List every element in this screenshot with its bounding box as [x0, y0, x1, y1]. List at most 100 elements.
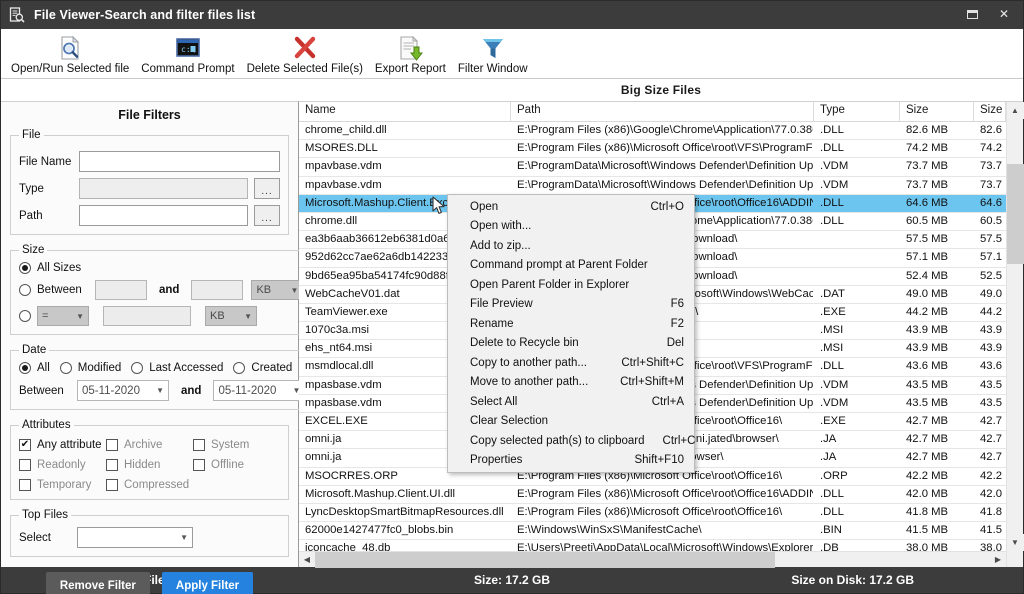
context-menu-item[interactable]: Add to zip... [448, 236, 694, 256]
size-unit-exact-select[interactable]: KB ▼ [205, 306, 257, 326]
close-button[interactable]: ✕ [989, 3, 1019, 25]
size-to-input[interactable] [191, 280, 244, 300]
context-menu-item[interactable]: Clear Selection [448, 412, 694, 432]
scroll-right-button[interactable]: ▶ [990, 552, 1006, 568]
attribute-temporary[interactable]: Temporary [19, 479, 106, 491]
path-input[interactable] [79, 205, 248, 226]
context-menu-item[interactable]: Command prompt at Parent Folder [448, 256, 694, 276]
column-header-name[interactable]: Name [299, 102, 511, 121]
date-created-option[interactable]: Created [233, 362, 292, 374]
vertical-scroll-thumb[interactable] [1007, 164, 1024, 264]
file-context-menu[interactable]: Open Ctrl+O Open with... Add to zip... Comma… [447, 194, 695, 473]
exact-size-input[interactable] [103, 306, 191, 326]
attribute-readonly-checkbox[interactable] [19, 459, 31, 471]
column-header-type[interactable]: Type [814, 102, 900, 121]
attribute-temporary-checkbox[interactable] [19, 479, 31, 491]
context-menu-item[interactable]: Delete to Recycle bin Del [448, 334, 694, 354]
cell-sized: 52.5 M [980, 269, 1005, 282]
cell-type: .VDM [820, 396, 849, 409]
size-from-input[interactable] [95, 280, 147, 300]
date-last-accessed-radio[interactable] [131, 362, 144, 374]
type-input[interactable] [79, 178, 248, 199]
attribute-compressed[interactable]: Compressed [106, 479, 193, 491]
attribute-system[interactable]: System [193, 439, 280, 451]
attribute-readonly[interactable]: Readonly [19, 459, 106, 471]
scroll-up-button[interactable]: ▲ [1006, 102, 1024, 119]
date-all-option[interactable]: All [19, 362, 50, 374]
scroll-left-button[interactable]: ◀ [299, 552, 315, 568]
cell-name: chrome_child.dll [305, 124, 387, 136]
attribute-archive[interactable]: Archive [106, 439, 193, 451]
restore-button[interactable] [957, 3, 987, 25]
cell-sized: 73.7 M [980, 160, 1005, 173]
all-sizes-radio[interactable] [19, 262, 31, 274]
context-menu-item[interactable]: Rename F2 [448, 314, 694, 334]
top-files-select[interactable]: ▼ [77, 527, 193, 548]
size-unit-between-select[interactable]: KB ▼ [251, 280, 304, 300]
column-header-path[interactable]: Path [511, 102, 814, 121]
context-menu-item[interactable]: Open Ctrl+O [448, 197, 694, 217]
attribute-any-checkbox[interactable] [19, 439, 31, 451]
main-body: File Filters File File Name Type ... Pat… [1, 101, 1024, 594]
context-menu-item[interactable]: Copy selected path(s) to clipboard Ctrl+C [448, 431, 695, 451]
date-last-accessed-option[interactable]: Last Accessed [131, 362, 223, 374]
path-browse-button[interactable]: ... [254, 205, 280, 226]
context-menu-item[interactable]: Open Parent Folder in Explorer [448, 275, 694, 295]
context-menu-item[interactable]: Copy to another path... Ctrl+Shift+C [448, 353, 694, 373]
cell-sized: 42.7 M [980, 451, 1005, 464]
all-sizes-row[interactable]: All Sizes [19, 262, 303, 274]
table-row[interactable]: Microsoft.Mashup.Client.UI.dll E:\Program… [299, 486, 1006, 504]
attribute-system-checkbox[interactable] [193, 439, 205, 451]
vertical-scrollbar[interactable]: ▲ ▼ [1006, 102, 1024, 567]
context-menu-item[interactable]: Move to another path... Ctrl+Shift+M [448, 373, 694, 393]
file-search-icon [9, 7, 25, 23]
table-row[interactable]: mpavbase.vdm E:\ProgramData\Microsoft\Win… [299, 158, 1006, 177]
column-header-size[interactable]: Size [900, 102, 974, 121]
column-header-size-on-disk[interactable]: Size c [974, 102, 1006, 121]
context-menu-item-label: Copy selected path(s) to clipboard [470, 434, 645, 447]
horizontal-scrollbar[interactable]: ◀ ▶ [299, 551, 1006, 568]
apply-filter-button[interactable]: Apply Filter [161, 572, 254, 594]
date-to-picker[interactable]: 05-11-2020 ▼ [213, 380, 306, 401]
cell-size: 73.7 MB [906, 178, 949, 191]
attribute-offline-checkbox[interactable] [193, 459, 205, 471]
size-operator-select[interactable]: = ▼ [37, 306, 89, 326]
horizontal-scroll-thumb[interactable] [315, 551, 775, 568]
table-row[interactable]: chrome_child.dll E:\Program Files (x86)\G… [299, 122, 1006, 141]
table-row[interactable]: iconcache_48.db E:\Users\Preeti\AppData\L… [299, 540, 1006, 551]
context-menu-item[interactable]: Open with... [448, 217, 694, 237]
exact-size-radio[interactable] [19, 310, 31, 322]
cell-type: .DLL [820, 505, 844, 518]
cell-name: LyncDesktopSmartBitmapResources.dll [305, 505, 504, 518]
table-row[interactable]: mpavbase.vdm E:\ProgramData\Microsoft\Win… [299, 177, 1006, 195]
date-modified-radio[interactable] [59, 362, 72, 374]
toolbar-open-run-selected-file[interactable]: Open/Run Selected file [5, 30, 135, 78]
context-menu-item[interactable]: Properties Shift+F10 [448, 451, 694, 471]
table-row[interactable]: MSORES.DLL E:\Program Files (x86)\Microso… [299, 140, 1006, 159]
attribute-hidden-checkbox[interactable] [106, 459, 118, 471]
date-created-radio[interactable] [233, 362, 246, 374]
between-size-radio[interactable] [19, 284, 31, 296]
toolbar-filter-window[interactable]: Filter Window [452, 30, 534, 78]
attribute-any[interactable]: Any attribute [19, 439, 106, 451]
type-browse-button[interactable]: ... [254, 178, 280, 199]
remove-filter-button[interactable]: Remove Filter [45, 572, 150, 594]
table-row[interactable]: 62000e1427477fc0_blobs.bin E:\Windows\Win… [299, 522, 1006, 541]
date-modified-option[interactable]: Modified [59, 362, 121, 374]
attribute-archive-checkbox[interactable] [106, 439, 118, 451]
attribute-hidden[interactable]: Hidden [106, 459, 193, 471]
table-row[interactable]: LyncDesktopSmartBitmapResources.dll E:\Pr… [299, 504, 1006, 523]
toolbar-command-prompt[interactable]: c:\ Command Prompt [135, 30, 240, 78]
attribute-offline[interactable]: Offline [193, 459, 280, 471]
file-name-input[interactable] [79, 151, 280, 172]
date-all-radio[interactable] [19, 362, 31, 374]
attribute-compressed-checkbox[interactable] [106, 479, 118, 491]
date-from-picker[interactable]: 05-11-2020 ▼ [77, 380, 169, 401]
scroll-down-button[interactable]: ▼ [1006, 534, 1024, 551]
toolbar-delete-selected-files[interactable]: Delete Selected File(s) [241, 30, 369, 78]
context-menu-item[interactable]: File Preview F6 [448, 295, 694, 315]
toolbar-export-report[interactable]: Export Report [369, 30, 452, 78]
date-group-legend: Date [22, 344, 47, 356]
toolbar-label: Export Report [374, 63, 446, 75]
context-menu-item[interactable]: Select All Ctrl+A [448, 392, 694, 412]
